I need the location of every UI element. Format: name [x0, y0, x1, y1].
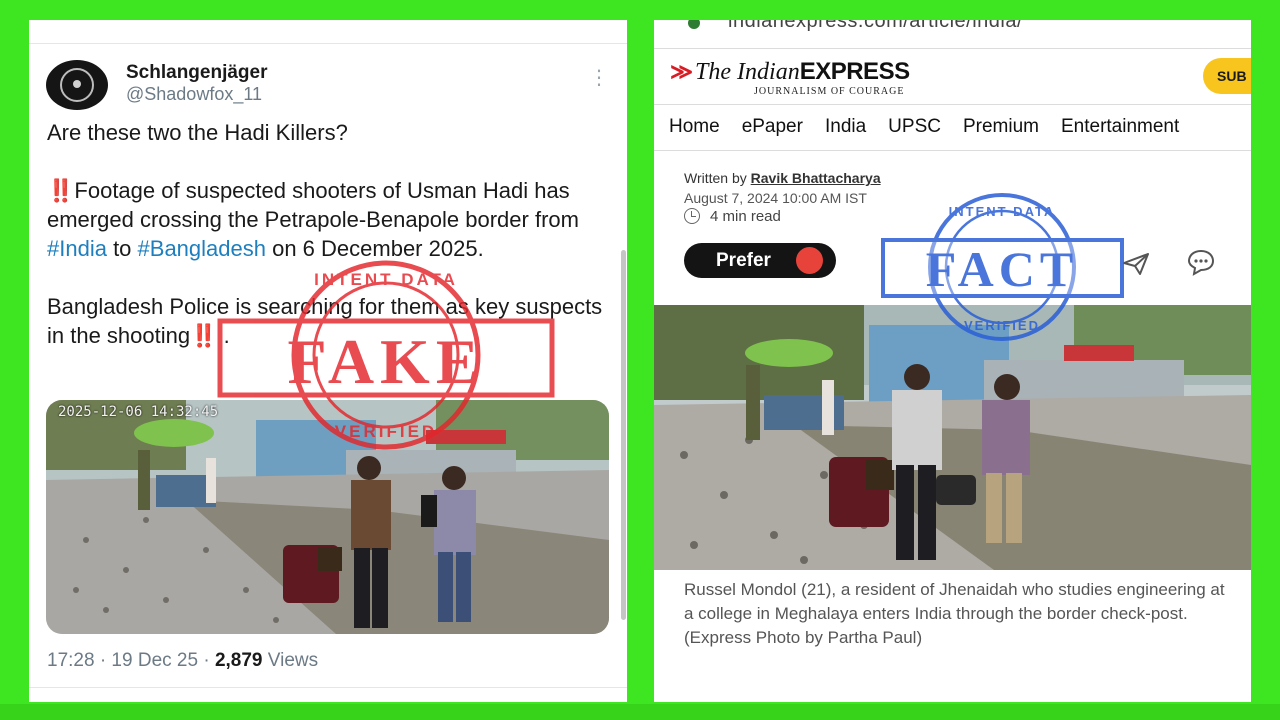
views-count: 2,879	[214, 650, 263, 671]
nav-home[interactable]: Home	[669, 116, 720, 137]
scrollbar[interactable]	[621, 250, 626, 620]
url-text[interactable]: indianexpress.com/article/india/	[728, 20, 1023, 33]
double-exclamation-icon: ‼️	[47, 178, 75, 203]
clock-icon	[684, 208, 700, 224]
hashtag-india[interactable]: #India	[47, 236, 107, 261]
read-time: 4 min read	[684, 208, 781, 225]
views-label: Views	[262, 650, 319, 671]
tweet-panel: Schlangenjäger @Shadowfox_11 ⋮ Are these…	[29, 20, 627, 702]
tweet-line-question: Are these two the Hadi Killers?	[47, 120, 348, 145]
publish-date: August 7, 2024 10:00 AM IST	[684, 190, 867, 206]
photo-caption: Russel Mondol (21), a resident of Jhenai…	[684, 580, 1225, 647]
divider	[29, 43, 627, 44]
site-nav: Home ePaper India UPSC Premium Entertainment	[669, 116, 1201, 138]
divider	[654, 150, 1251, 151]
divider	[654, 104, 1251, 105]
article-panel: indianexpress.com/article/india/ ≫The In…	[654, 20, 1251, 702]
tweet-photo[interactable]: 2025-12-06 14:32:45	[46, 400, 609, 634]
nav-epaper[interactable]: ePaper	[742, 116, 803, 137]
nav-india[interactable]: India	[825, 116, 866, 137]
avatar[interactable]	[46, 60, 108, 110]
lock-icon	[688, 20, 700, 29]
hashtag-bangladesh[interactable]: #Bangladesh	[138, 236, 266, 261]
google-icon	[796, 247, 823, 274]
tweet-text: Are these two the Hadi Killers? ‼️Footag…	[47, 118, 612, 379]
divider	[29, 687, 627, 688]
nav-entertainment[interactable]: Entertainment	[1061, 116, 1179, 137]
share-icon[interactable]	[1122, 252, 1150, 276]
tweet-time[interactable]: 17:28 · 19 Dec 25 ·	[47, 650, 215, 671]
nav-upsc[interactable]: UPSC	[888, 116, 941, 137]
prefer-google-button[interactable]: Prefer	[684, 243, 836, 278]
byline: Written by Ravik Bhattacharya	[684, 170, 881, 186]
tweet-metadata: 17:28 · 19 Dec 25 · 2,879 Views	[47, 650, 318, 672]
article-photo[interactable]	[654, 305, 1251, 570]
comment-icon[interactable]	[1186, 248, 1216, 276]
user-handle[interactable]: @Shadowfox_11	[126, 84, 262, 105]
site-logo[interactable]: ≫The IndianEXPRESS JOURNALISM OF COURAGE	[670, 58, 910, 97]
subscribe-button[interactable]: SUB	[1203, 58, 1251, 94]
tweet-paragraph-footage: ‼️Footage of suspected shooters of Usman…	[47, 178, 579, 261]
nav-premium[interactable]: Premium	[963, 116, 1039, 137]
bottom-border	[0, 704, 1280, 720]
logo-mark-icon: ≫	[670, 59, 694, 84]
photo-timestamp: 2025-12-06 14:32:45	[58, 404, 219, 420]
tweet-paragraph-police: Bangladesh Police is searching for them …	[47, 294, 603, 348]
url-bar[interactable]: indianexpress.com/article/india/	[654, 20, 1251, 50]
more-options-icon[interactable]: ⋮	[589, 68, 609, 88]
author-link[interactable]: Ravik Bhattacharya	[751, 170, 881, 186]
site-tagline: JOURNALISM OF COURAGE	[754, 86, 905, 97]
display-name[interactable]: Schlangenjäger	[126, 62, 268, 84]
double-exclamation-icon: ‼️	[190, 323, 218, 348]
divider	[654, 48, 1251, 49]
